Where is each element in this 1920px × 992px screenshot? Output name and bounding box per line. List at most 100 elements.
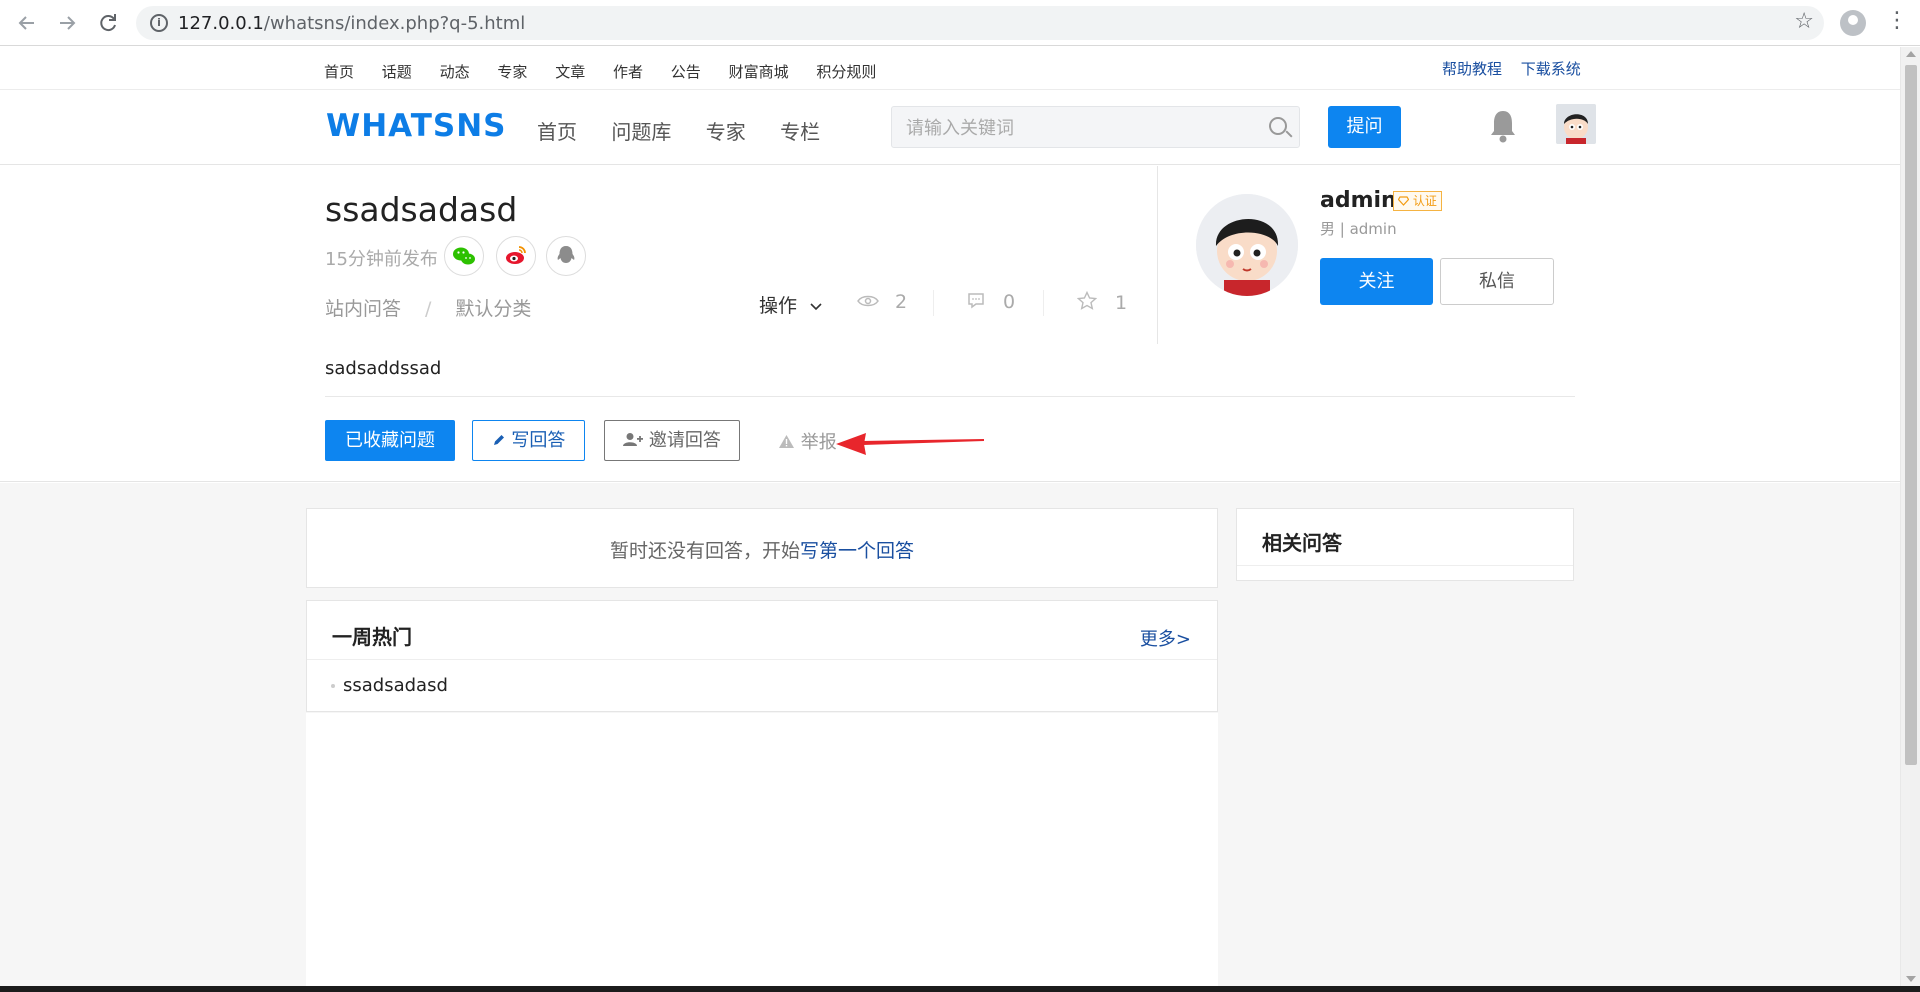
nav-home[interactable]: 首页 bbox=[537, 120, 577, 144]
no-answers-message: 暂时还没有回答，开始写第一个回答 bbox=[307, 536, 1217, 563]
pencil-icon bbox=[493, 435, 504, 445]
question-title: ssadsadasd bbox=[325, 190, 518, 229]
panel-divider bbox=[307, 659, 1217, 660]
browser-menu-icon[interactable]: ⋮ bbox=[1886, 10, 1908, 32]
verified-badge-label: 认证 bbox=[1412, 194, 1437, 208]
reload-icon[interactable] bbox=[95, 10, 121, 36]
url-text[interactable]: 127.0.0.1/whatsns/index.php?q-5.html bbox=[178, 13, 525, 34]
report-link[interactable]: 举报 bbox=[778, 428, 837, 454]
private-message-button[interactable]: 私信 bbox=[1440, 258, 1554, 305]
star-icon bbox=[1076, 290, 1098, 310]
question-time: 15分钟前发布 bbox=[325, 249, 438, 270]
views-stat: 2 bbox=[857, 291, 907, 313]
report-label: 举报 bbox=[800, 432, 837, 453]
crumb-separator: / bbox=[425, 298, 432, 320]
favorites-count: 1 bbox=[1115, 292, 1128, 314]
search-icon[interactable] bbox=[1269, 117, 1287, 135]
related-questions-title: 相关问答 bbox=[1262, 531, 1342, 555]
comments-stat: 0 bbox=[967, 291, 1015, 313]
crumb-default-category[interactable]: 默认分类 bbox=[455, 298, 531, 320]
nav-columns[interactable]: 专栏 bbox=[780, 120, 820, 144]
main-nav: 首页 问题库 专家 专栏 bbox=[537, 116, 848, 145]
browser-profile-icon[interactable] bbox=[1840, 10, 1866, 36]
panel-divider bbox=[1237, 565, 1573, 566]
operations-dropdown[interactable]: 操作 bbox=[759, 291, 823, 318]
nav-experts[interactable]: 专家 bbox=[706, 120, 746, 144]
download-link[interactable]: 下载系统 bbox=[1521, 60, 1581, 78]
nav-questions[interactable]: 问题库 bbox=[611, 120, 671, 144]
hot-item-title: ssadsadasd bbox=[343, 675, 448, 696]
content-area: 暂时还没有回答，开始写第一个回答 一周热门 更多> ssadsadasd 相关问… bbox=[0, 483, 1900, 986]
warning-icon bbox=[779, 435, 794, 448]
site-logo[interactable]: WHATSNS bbox=[326, 108, 506, 144]
follow-button[interactable]: 关注 bbox=[1320, 258, 1433, 305]
author-meta: 男 | admin bbox=[1320, 220, 1397, 238]
more-link[interactable]: 更多> bbox=[1140, 625, 1191, 651]
write-answer-label: 写回答 bbox=[511, 430, 566, 451]
add-user-icon bbox=[623, 433, 644, 446]
help-link[interactable]: 帮助教程 bbox=[1442, 60, 1502, 78]
scroll-up-icon[interactable] bbox=[1906, 51, 1916, 57]
weibo-share-icon[interactable] bbox=[496, 236, 536, 276]
search-box bbox=[891, 106, 1300, 148]
question-header: ssadsadasd 15分钟前发布 站内问答 / 默认分类 操作 2 0 1 bbox=[0, 166, 1900, 482]
top-link-home[interactable]: 首页 bbox=[324, 63, 354, 81]
stat-divider bbox=[933, 290, 934, 316]
screen-bottom-edge bbox=[0, 986, 1920, 992]
invite-answer-button[interactable]: 邀请回答 bbox=[604, 420, 740, 461]
top-link-notice[interactable]: 公告 bbox=[671, 63, 701, 81]
ask-button[interactable]: 提问 bbox=[1328, 106, 1401, 148]
no-answers-text: 暂时还没有回答，开始 bbox=[609, 540, 800, 562]
page-scrollbar[interactable] bbox=[1900, 47, 1920, 986]
forward-arrow-icon[interactable] bbox=[54, 10, 80, 36]
top-link-shop[interactable]: 财富商城 bbox=[729, 63, 789, 81]
favorites-stat: 1 bbox=[1076, 290, 1128, 314]
top-link-authors[interactable]: 作者 bbox=[613, 63, 643, 81]
list-item[interactable]: ssadsadasd bbox=[331, 675, 448, 696]
site-info-icon[interactable]: i bbox=[150, 14, 168, 32]
bell-icon[interactable] bbox=[1487, 108, 1519, 144]
collected-question-button[interactable]: 已收藏问题 bbox=[325, 420, 455, 461]
operations-label: 操作 bbox=[759, 295, 798, 317]
eye-icon bbox=[857, 295, 879, 307]
top-link-articles[interactable]: 文章 bbox=[555, 63, 585, 81]
invite-answer-label: 邀请回答 bbox=[648, 430, 721, 451]
user-avatar[interactable] bbox=[1556, 104, 1596, 144]
author-avatar[interactable] bbox=[1196, 194, 1298, 296]
top-link-topics[interactable]: 话题 bbox=[382, 63, 412, 81]
answers-panel: 暂时还没有回答，开始写第一个回答 bbox=[306, 508, 1218, 588]
chevron-down-icon bbox=[810, 303, 822, 311]
comment-icon bbox=[968, 293, 984, 309]
weekly-hot-panel: 一周热门 更多> ssadsadasd bbox=[306, 600, 1218, 712]
write-first-answer-link[interactable]: 写第一个回答 bbox=[800, 540, 914, 562]
content-divider bbox=[325, 396, 1575, 397]
comments-count: 0 bbox=[1003, 291, 1016, 313]
search-input[interactable] bbox=[904, 116, 1244, 140]
related-questions-panel: 相关问答 bbox=[1236, 508, 1574, 581]
top-link-feed[interactable]: 动态 bbox=[440, 63, 470, 81]
stat-divider bbox=[1043, 290, 1044, 316]
site-header: WHATSNS 首页 问题库 专家 专栏 提问 bbox=[0, 90, 1900, 165]
scroll-down-icon[interactable] bbox=[1906, 976, 1916, 982]
address-bar[interactable]: i 127.0.0.1/whatsns/index.php?q-5.html ☆ bbox=[136, 6, 1824, 40]
top-links-bar: 首页 话题 动态 专家 文章 作者 公告 财富商城 积分规则 帮助教程 下载系统 bbox=[0, 47, 1900, 90]
annotation-arrow bbox=[836, 433, 984, 455]
breadcrumb: 站内问答 / 默认分类 bbox=[325, 294, 531, 321]
author-name[interactable]: admin bbox=[1320, 188, 1397, 213]
crumb-site-qa[interactable]: 站内问答 bbox=[325, 298, 401, 320]
top-link-experts[interactable]: 专家 bbox=[497, 63, 527, 81]
verified-badge: 认证 bbox=[1393, 191, 1442, 211]
diamond-icon bbox=[1397, 196, 1410, 206]
write-answer-button[interactable]: 写回答 bbox=[472, 420, 585, 461]
bookmark-star-icon[interactable]: ☆ bbox=[1794, 9, 1814, 34]
scrollbar-thumb[interactable] bbox=[1905, 65, 1917, 765]
author-divider bbox=[1157, 166, 1158, 344]
back-arrow-icon[interactable] bbox=[14, 10, 40, 36]
weekly-hot-title: 一周热门 bbox=[332, 625, 412, 649]
qq-share-icon[interactable] bbox=[546, 236, 586, 276]
top-link-points-rules[interactable]: 积分规则 bbox=[816, 63, 876, 81]
question-content: sadsaddssad bbox=[325, 358, 442, 379]
main-column-background bbox=[306, 713, 1218, 986]
browser-toolbar: i 127.0.0.1/whatsns/index.php?q-5.html ☆… bbox=[0, 0, 1920, 46]
wechat-share-icon[interactable] bbox=[444, 236, 484, 276]
